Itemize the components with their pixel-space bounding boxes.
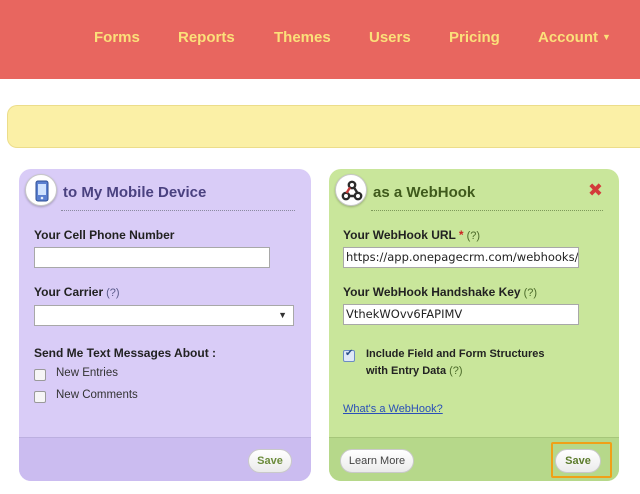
webhook-url-input[interactable]: https://app.onepagecrm.com/webhooks/v (343, 247, 579, 268)
carrier-help-link[interactable]: (?) (106, 287, 119, 299)
panel-title: to My Mobile Device (63, 184, 207, 201)
webhook-notification-panel: as a WebHook ✖ Your WebHook URL * (?) http… (329, 169, 619, 481)
mobile-notification-panel: to My Mobile Device Your Cell Phone Numb… (19, 169, 311, 481)
save-webhook-button[interactable]: Save (555, 449, 601, 473)
include-structures-checkbox[interactable] (343, 348, 355, 362)
handshake-key-input[interactable]: VthekWOvv6FAPIMV (343, 304, 579, 325)
cell-phone-input[interactable] (34, 247, 270, 268)
include-structures-label: Include Field and Form Structures with E… (366, 346, 546, 380)
required-marker: * (458, 228, 464, 242)
learn-more-button[interactable]: Learn More (340, 449, 414, 473)
title-divider (371, 210, 603, 211)
title-divider (61, 210, 295, 211)
nav-account[interactable]: Account ▼ (538, 29, 611, 46)
include-structures-help-link[interactable]: (?) (449, 365, 462, 377)
new-entries-checkbox[interactable] (34, 369, 46, 381)
panel-footer: Learn More Save (329, 437, 619, 481)
top-navigation: Forms Reports Themes Users Pricing Accou… (0, 0, 640, 79)
mobile-phone-icon (25, 174, 57, 206)
nav-forms[interactable]: Forms (94, 29, 140, 46)
text-messages-label: Send Me Text Messages About : (34, 346, 217, 360)
panel-header: to My Mobile Device (19, 169, 311, 211)
webhook-url-label-text: Your WebHook URL (343, 228, 456, 242)
chevron-down-icon: ▼ (602, 32, 611, 42)
carrier-select[interactable]: ▼ (34, 305, 294, 326)
handshake-key-help-link[interactable]: (?) (524, 287, 537, 299)
carrier-label: Your Carrier (?) (34, 285, 120, 299)
nav-pricing[interactable]: Pricing (449, 29, 500, 46)
panel-header: as a WebHook ✖ (329, 169, 619, 211)
dropdown-arrow-icon: ▼ (278, 310, 287, 320)
nav-reports[interactable]: Reports (178, 29, 235, 46)
handshake-key-label: Your WebHook Handshake Key (?) (343, 285, 537, 299)
webhook-url-label: Your WebHook URL * (?) (343, 228, 480, 242)
new-entries-label: New Entries (56, 367, 118, 379)
webhook-icon (335, 174, 367, 206)
save-mobile-button[interactable]: Save (248, 449, 292, 473)
nav-themes[interactable]: Themes (274, 29, 331, 46)
nav-users[interactable]: Users (369, 29, 411, 46)
nav-account-label: Account (538, 29, 598, 46)
panel-title: as a WebHook (373, 184, 476, 201)
notice-bar (7, 105, 640, 148)
panel-footer: Save (19, 437, 311, 481)
close-icon[interactable]: ✖ (588, 181, 603, 199)
whats-a-webhook-link[interactable]: What's a WebHook? (343, 403, 443, 415)
handshake-key-label-text: Your WebHook Handshake Key (343, 285, 521, 299)
cell-phone-label: Your Cell Phone Number (34, 228, 175, 242)
new-comments-label: New Comments (56, 389, 138, 401)
new-comments-checkbox[interactable] (34, 391, 46, 403)
webhook-url-help-link[interactable]: (?) (467, 230, 480, 242)
carrier-label-text: Your Carrier (34, 285, 104, 299)
